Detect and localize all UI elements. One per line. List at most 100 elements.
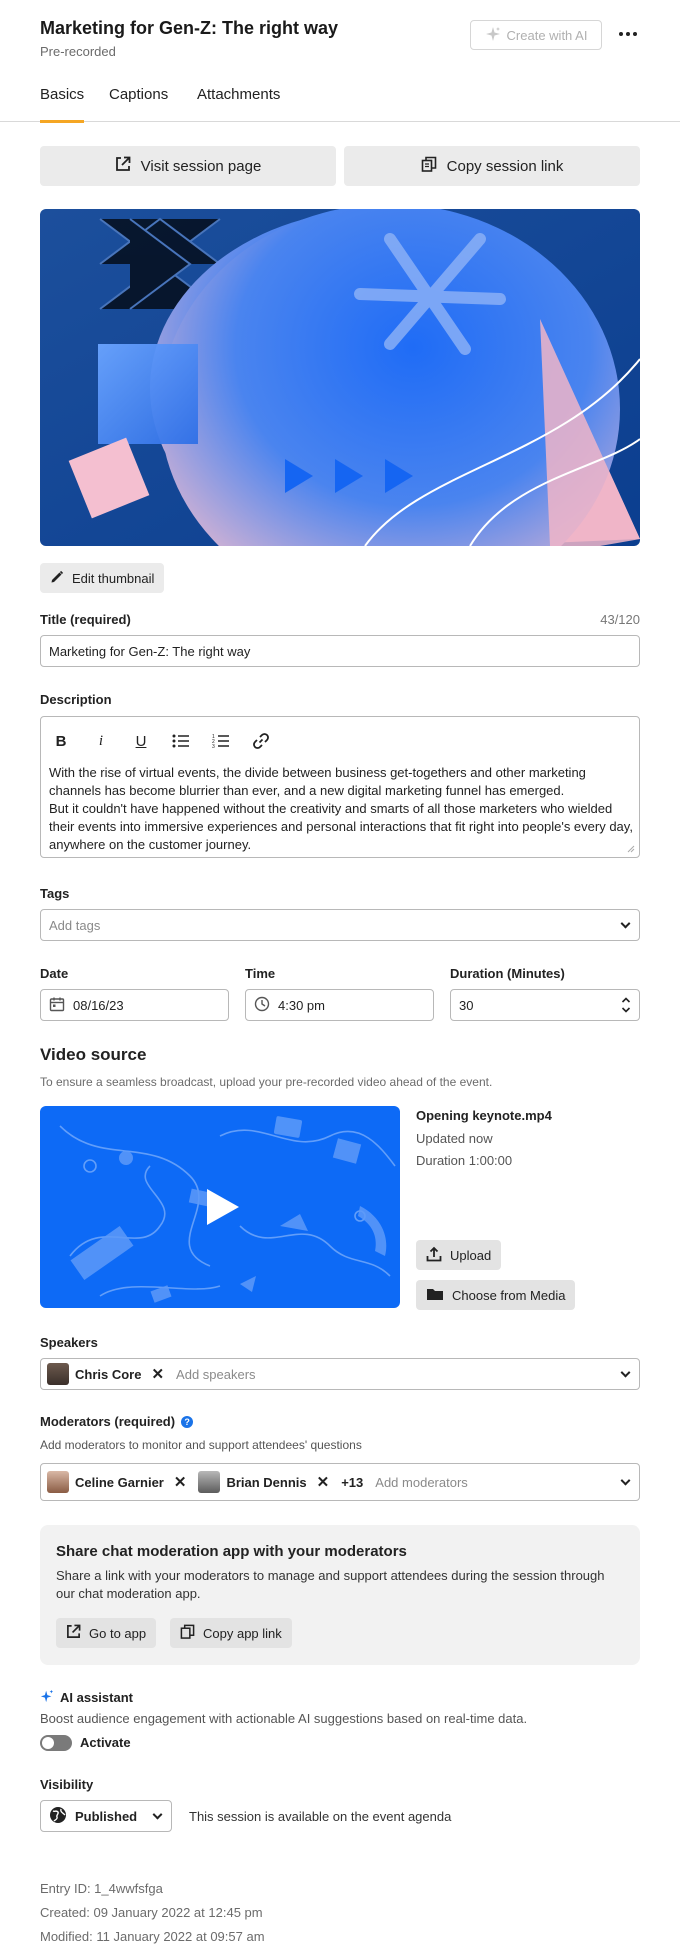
moderator-chip: Brian Dennis ✕ bbox=[198, 1471, 329, 1493]
video-source-hint: To ensure a seamless broadcast, upload y… bbox=[40, 1075, 493, 1089]
copy-session-link-button[interactable]: Copy session link bbox=[344, 146, 640, 186]
moderators-select[interactable]: Celine Garnier ✕ Brian Dennis ✕ +13 Add … bbox=[40, 1463, 640, 1501]
visit-session-label: Visit session page bbox=[140, 157, 262, 175]
moderator-name: Celine Garnier bbox=[75, 1474, 164, 1490]
edit-thumbnail-label: Edit thumbnail bbox=[72, 570, 155, 586]
close-icon[interactable]: ✕ bbox=[174, 1473, 187, 1491]
bold-icon[interactable]: B bbox=[51, 731, 71, 751]
underline-icon[interactable]: U bbox=[131, 731, 151, 751]
date-value: 08/16/23 bbox=[73, 997, 124, 1013]
create-with-ai-label: Create with AI bbox=[506, 27, 588, 43]
copy-icon bbox=[180, 1624, 195, 1642]
numbered-list-icon[interactable]: 123 bbox=[211, 731, 231, 751]
copy-session-label: Copy session link bbox=[446, 157, 564, 175]
speakers-placeholder: Add speakers bbox=[176, 1366, 256, 1382]
modified-date: Modified: 11 January 2022 at 09:57 am bbox=[40, 1929, 265, 1944]
chevron-down-icon bbox=[152, 1809, 163, 1820]
title-input[interactable]: Marketing for Gen-Z: The right way bbox=[40, 635, 640, 667]
external-link-icon bbox=[115, 156, 131, 176]
description-text: With the rise of virtual events, the div… bbox=[49, 765, 633, 852]
tab-captions[interactable]: Captions bbox=[109, 84, 168, 122]
chevron-down-icon bbox=[620, 1367, 631, 1378]
link-icon[interactable] bbox=[251, 731, 271, 751]
tab-basics[interactable]: Basics bbox=[40, 84, 85, 123]
speaker-chip: Chris Core ✕ bbox=[47, 1363, 164, 1385]
duration-value: 30 bbox=[459, 997, 474, 1013]
page-header: Marketing for Gen-Z: The right way Pre-r… bbox=[40, 16, 640, 64]
video-updated: Updated now bbox=[416, 1131, 493, 1146]
upload-icon bbox=[426, 1246, 442, 1265]
upload-button[interactable]: Upload bbox=[416, 1240, 502, 1270]
title-input-value: Marketing for Gen-Z: The right way bbox=[49, 643, 251, 659]
session-thumbnail bbox=[40, 209, 640, 546]
time-label: Time bbox=[245, 966, 276, 981]
tab-attachments[interactable]: Attachments bbox=[197, 84, 280, 122]
avatar bbox=[47, 1363, 69, 1385]
activate-label: Activate bbox=[80, 1735, 131, 1750]
video-file-name: Opening keynote.mp4 bbox=[416, 1108, 552, 1123]
visibility-value: Published bbox=[75, 1808, 138, 1824]
more-options-icon[interactable] bbox=[616, 22, 640, 46]
clock-icon bbox=[254, 996, 270, 1015]
title-char-counter: 43/120 bbox=[600, 612, 640, 627]
tags-placeholder: Add tags bbox=[49, 917, 101, 933]
visibility-note: This session is available on the event a… bbox=[189, 1809, 452, 1824]
close-icon[interactable]: ✕ bbox=[317, 1473, 330, 1491]
tab-bar: Basics Captions Attachments bbox=[0, 84, 680, 123]
italic-icon[interactable]: i bbox=[91, 731, 111, 751]
tags-select[interactable]: Add tags bbox=[40, 909, 640, 941]
sparkle-icon bbox=[485, 26, 501, 45]
create-with-ai-button[interactable]: Create with AI bbox=[470, 20, 602, 50]
globe-icon bbox=[49, 1806, 67, 1827]
external-link-icon bbox=[66, 1624, 81, 1642]
share-heading: Share chat moderation app with your mode… bbox=[56, 1543, 407, 1560]
visibility-select[interactable]: Published bbox=[40, 1800, 172, 1832]
share-moderation-card: Share chat moderation app with your mode… bbox=[40, 1525, 640, 1665]
time-picker[interactable]: 4:30 pm bbox=[245, 989, 434, 1021]
upload-label: Upload bbox=[450, 1247, 492, 1263]
help-icon[interactable]: ? bbox=[181, 1415, 194, 1428]
duration-stepper[interactable]: 30 bbox=[450, 989, 640, 1021]
ai-assistant-text: Boost audience engagement with actionabl… bbox=[40, 1711, 528, 1726]
copy-icon bbox=[421, 156, 437, 176]
moderators-placeholder: Add moderators bbox=[375, 1474, 468, 1490]
choose-from-media-button[interactable]: Choose from Media bbox=[416, 1280, 576, 1310]
ai-assistant-heading: AI assistant bbox=[40, 1689, 133, 1706]
svg-text:3: 3 bbox=[212, 744, 215, 749]
edit-thumbnail-button[interactable]: Edit thumbnail bbox=[40, 563, 165, 593]
moderators-label-row: Moderators (required) ? bbox=[40, 1414, 194, 1429]
go-to-app-label: Go to app bbox=[89, 1625, 147, 1641]
date-label: Date bbox=[40, 966, 69, 981]
description-editor[interactable]: B i U 123 With the rise of virtual event… bbox=[40, 716, 640, 858]
date-picker[interactable]: 08/16/23 bbox=[40, 989, 229, 1021]
bulleted-list-icon[interactable] bbox=[171, 731, 191, 751]
description-label: Description bbox=[40, 692, 112, 707]
ai-assistant-label: AI assistant bbox=[60, 1690, 133, 1705]
moderator-chip: Celine Garnier ✕ bbox=[47, 1471, 186, 1493]
video-preview[interactable] bbox=[40, 1106, 400, 1308]
stepper-arrows-icon[interactable] bbox=[621, 995, 631, 1018]
entry-id: Entry ID: 1_4wwfsfga bbox=[40, 1881, 163, 1896]
speakers-select[interactable]: Chris Core ✕ Add speakers bbox=[40, 1358, 640, 1390]
calendar-icon bbox=[49, 996, 65, 1015]
video-source-heading: Video source bbox=[40, 1045, 147, 1064]
video-duration: Duration 1:00:00 bbox=[416, 1153, 513, 1168]
visibility-label: Visibility bbox=[40, 1777, 94, 1792]
sparkle-icon bbox=[40, 1689, 54, 1706]
more-moderators-count[interactable]: +13 bbox=[341, 1475, 363, 1490]
ai-activate-toggle[interactable] bbox=[40, 1735, 72, 1751]
close-icon[interactable]: ✕ bbox=[151, 1365, 164, 1383]
copy-app-link-button[interactable]: Copy app link bbox=[170, 1618, 292, 1648]
duration-label: Duration (Minutes) bbox=[450, 966, 565, 981]
tags-label: Tags bbox=[40, 886, 70, 901]
resize-handle-icon[interactable] bbox=[627, 845, 635, 853]
avatar bbox=[198, 1471, 221, 1493]
time-value: 4:30 pm bbox=[278, 997, 325, 1013]
speakers-label: Speakers bbox=[40, 1335, 98, 1350]
created-date: Created: 09 January 2022 at 12:45 pm bbox=[40, 1905, 263, 1920]
choose-from-media-label: Choose from Media bbox=[452, 1287, 566, 1303]
moderators-hint: Add moderators to monitor and support at… bbox=[40, 1438, 362, 1452]
chevron-down-icon bbox=[620, 1475, 631, 1486]
visit-session-page-button[interactable]: Visit session page bbox=[40, 146, 336, 186]
go-to-app-button[interactable]: Go to app bbox=[56, 1618, 157, 1648]
